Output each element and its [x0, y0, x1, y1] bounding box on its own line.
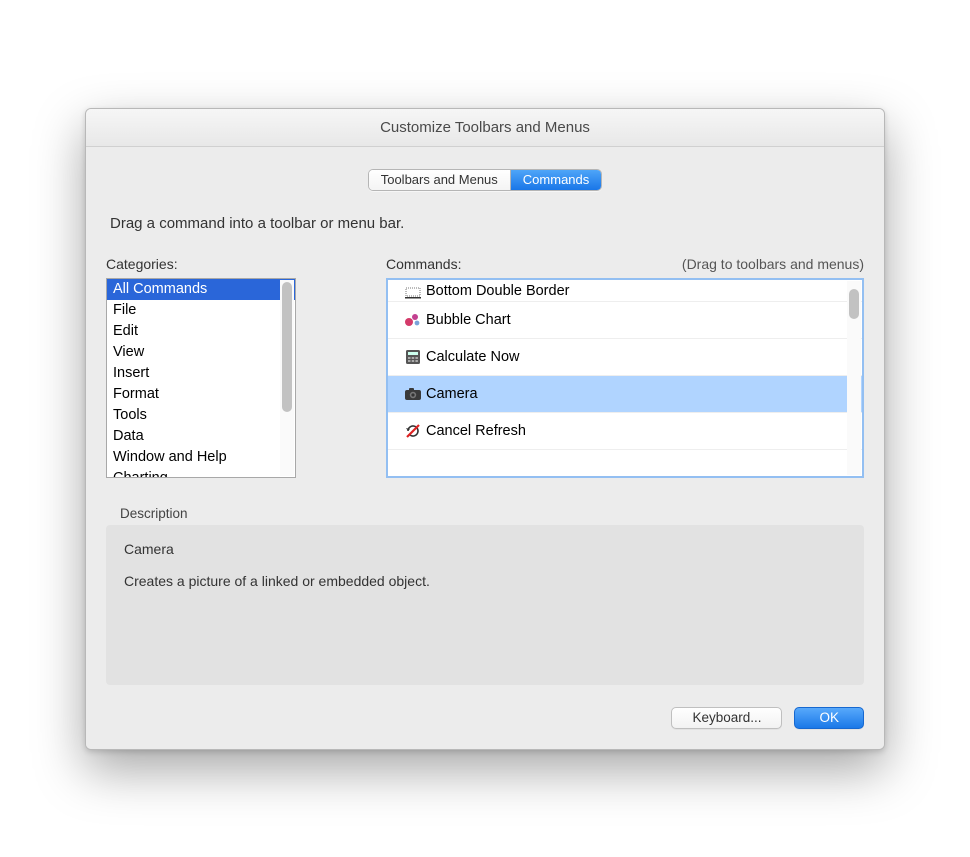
category-item[interactable]: Edit — [107, 321, 295, 342]
command-item[interactable]: Camera — [388, 376, 862, 413]
category-item[interactable]: Tools — [107, 405, 295, 426]
columns: Categories: All Commands File Edit View … — [106, 256, 864, 478]
button-row: Keyboard... OK — [106, 707, 864, 729]
window-title: Customize Toolbars and Menus — [380, 119, 590, 136]
categories-label: Categories: — [106, 256, 178, 272]
description-body: Creates a picture of a linked or embedde… — [124, 573, 846, 589]
keyboard-button[interactable]: Keyboard... — [671, 707, 782, 729]
commands-label: Commands: — [386, 256, 461, 272]
camera-icon — [400, 387, 426, 401]
instruction-text: Drag a command into a toolbar or menu ba… — [110, 215, 864, 232]
command-item[interactable]: Calculate Now — [388, 339, 862, 376]
category-item[interactable]: View — [107, 342, 295, 363]
categories-scrollbar[interactable] — [280, 280, 294, 476]
category-item[interactable]: All Commands — [107, 279, 295, 300]
command-label: Bottom Double Border — [426, 283, 569, 299]
segmented-control-wrap: Toolbars and Menus Commands — [106, 169, 864, 191]
command-item[interactable]: Bottom Double Border — [388, 280, 862, 302]
window-titlebar: Customize Toolbars and Menus — [86, 109, 884, 147]
category-item[interactable]: Charting — [107, 468, 295, 477]
description-section: Description Camera Creates a picture of … — [106, 506, 864, 685]
command-label: Camera — [426, 386, 478, 402]
description-label: Description — [120, 506, 864, 521]
segmented-control: Toolbars and Menus Commands — [368, 169, 603, 191]
border-icon — [400, 287, 426, 299]
command-item[interactable]: Bubble Chart — [388, 302, 862, 339]
tab-commands[interactable]: Commands — [511, 170, 601, 190]
command-label: Bubble Chart — [426, 312, 511, 328]
categories-header: Categories: — [106, 256, 296, 272]
categories-listbox[interactable]: All Commands File Edit View Insert Forma… — [106, 278, 296, 478]
bubble-chart-icon — [400, 312, 426, 328]
commands-list-inner: Bottom Double Border Bubble Chart — [388, 280, 862, 476]
description-box: Camera Creates a picture of a linked or … — [106, 525, 864, 685]
commands-header: Commands: (Drag to toolbars and menus) — [386, 256, 864, 272]
category-item[interactable]: Window and Help — [107, 447, 295, 468]
cancel-refresh-icon — [400, 423, 426, 439]
commands-column: Commands: (Drag to toolbars and menus) B… — [386, 256, 864, 478]
commands-drag-hint: (Drag to toolbars and menus) — [682, 256, 864, 272]
command-item[interactable]: Cancel Refresh — [388, 413, 862, 450]
category-item[interactable]: Data — [107, 426, 295, 447]
scrollbar-thumb[interactable] — [849, 289, 859, 319]
category-item[interactable]: Format — [107, 384, 295, 405]
scrollbar-thumb[interactable] — [282, 282, 292, 412]
description-title: Camera — [124, 541, 846, 557]
categories-list-inner: All Commands File Edit View Insert Forma… — [107, 279, 295, 477]
calculator-icon — [400, 349, 426, 365]
categories-column: Categories: All Commands File Edit View … — [106, 256, 296, 478]
category-item[interactable]: File — [107, 300, 295, 321]
tab-toolbars-and-menus[interactable]: Toolbars and Menus — [369, 170, 511, 190]
customize-dialog: Customize Toolbars and Menus Toolbars an… — [85, 108, 885, 750]
ok-button[interactable]: OK — [794, 707, 864, 729]
commands-scrollbar[interactable] — [847, 281, 861, 475]
category-item[interactable]: Insert — [107, 363, 295, 384]
command-label: Calculate Now — [426, 349, 520, 365]
commands-listbox[interactable]: Bottom Double Border Bubble Chart — [386, 278, 864, 478]
command-label: Cancel Refresh — [426, 423, 526, 439]
dialog-content: Toolbars and Menus Commands Drag a comma… — [86, 147, 884, 749]
